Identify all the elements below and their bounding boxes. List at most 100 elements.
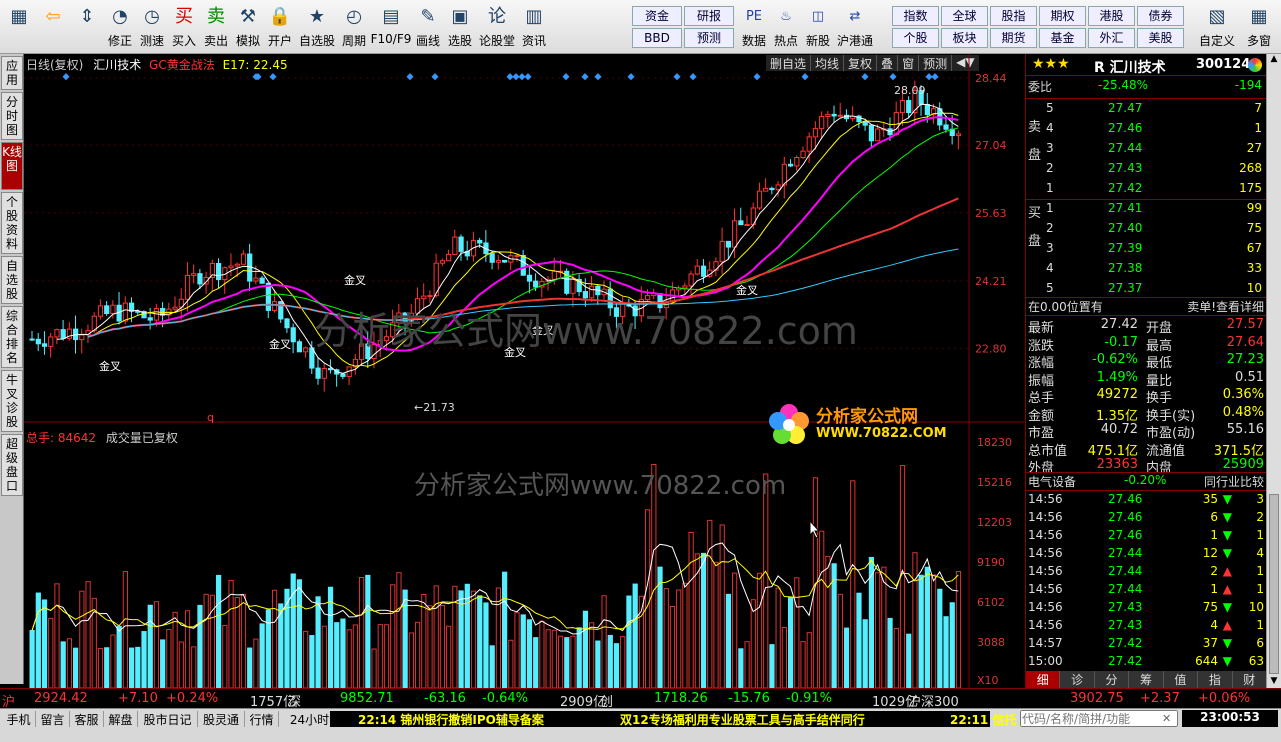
sector-row[interactable]: 电气设备 -0.20% 同行业比较 <box>1028 473 1264 490</box>
toolbar-股指-button[interactable]: 股指 <box>990 6 1037 26</box>
status-tab[interactable]: 股市日记 <box>138 711 198 727</box>
toolbar-BBD-button[interactable]: BBD <box>632 28 682 48</box>
search-input[interactable] <box>1020 710 1178 727</box>
买入-button[interactable]: 买买入 <box>168 2 200 52</box>
color-wheel-icon[interactable] <box>1248 58 1262 72</box>
side-tab[interactable]: 超级盘口 <box>1 434 23 496</box>
order-book-row[interactable]: 4 27.38 33 <box>1046 261 1264 278</box>
right-tab[interactable]: 细 <box>1026 671 1061 688</box>
scroll-up-icon[interactable]: ▲ <box>1268 54 1280 66</box>
toolbar-指数-button[interactable]: 指数 <box>892 6 939 26</box>
自定义-button[interactable]: ▧ 自定义 <box>1196 2 1238 52</box>
status-tab[interactable]: 行情 <box>245 711 279 727</box>
position-line[interactable]: 在0.00位置有 卖单!查看详细 <box>1028 298 1264 315</box>
volume-bar <box>707 519 713 688</box>
F10/F9-button[interactable]: ▤ F10/F9 <box>370 2 412 52</box>
order-book-row[interactable]: 5 27.37 10 <box>1046 281 1264 298</box>
卖出-button[interactable]: 卖卖出 <box>200 2 232 52</box>
back-arrow-icon-button[interactable]: ⇦ <box>36 2 70 52</box>
grid-icon: ▦ <box>10 6 28 27</box>
right-scrollbar[interactable]: ▲ ▼ <box>1266 54 1281 688</box>
status-tab[interactable]: 留言 <box>36 711 70 727</box>
测速-button[interactable]: ◷ 测速 <box>136 2 168 52</box>
修正-button[interactable]: ◔ 修正 <box>104 2 136 52</box>
toolbar-期货-button[interactable]: 期货 <box>990 28 1037 48</box>
order-book-row[interactable]: 3 27.39 67 <box>1046 241 1264 258</box>
candle-body <box>694 265 700 275</box>
新股-button[interactable]: ◫ 新股 <box>802 2 834 52</box>
right-tab[interactable]: 值 <box>1163 671 1199 688</box>
资讯-button[interactable]: ▥ 资讯 <box>518 2 550 52</box>
news-item[interactable]: 22:14 锦州银行撤销IPO辅导备案 <box>358 711 544 728</box>
grid-icon-button[interactable]: ▦ <box>2 2 36 52</box>
candle-body <box>452 236 458 255</box>
volume-bar <box>508 639 514 688</box>
flower-logo-icon <box>769 404 809 444</box>
toolbar-预测-button[interactable]: 预测 <box>684 28 734 48</box>
toolbar-债券-button[interactable]: 债券 <box>1137 6 1184 26</box>
side-tab[interactable]: 自选股 <box>1 256 23 304</box>
status-tab[interactable]: 解盘 <box>104 711 138 727</box>
quote-row: 振幅 1.49% 量比 0.51 <box>1028 370 1264 389</box>
right-tab[interactable]: 筹 <box>1129 671 1164 688</box>
tick-price: 27.43 <box>1108 618 1143 632</box>
周期-button[interactable]: ◴ 周期 <box>338 2 370 52</box>
沪港通-button[interactable]: ⇄ 沪港通 <box>834 2 876 52</box>
scroll-down-icon[interactable]: ▼ <box>1268 676 1280 688</box>
status-tab[interactable]: 股灵通 <box>198 711 245 727</box>
多窗-button[interactable]: ▦ 多窗 <box>1238 2 1280 52</box>
right-tab[interactable]: 诊 <box>1060 671 1095 688</box>
模拟-button[interactable]: ⚒ 模拟 <box>232 2 264 52</box>
画线-button[interactable]: ✎ 画线 <box>412 2 444 52</box>
order-book-row[interactable]: 2 27.43 268 <box>1046 161 1264 178</box>
news-item[interactable]: 双12专场福利用专业股票工具与高手结伴同行 <box>620 711 865 728</box>
自选股-button[interactable]: ★ 自选股 <box>296 2 338 52</box>
kline-chart-area[interactable]: 日线(复权) 汇川技术 GC黄金战法 E17: 22.45 删自选 均线 复权叠窗预… <box>24 54 1024 688</box>
side-tab[interactable]: 应用 <box>1 56 23 90</box>
toolbar-个股-button[interactable]: 个股 <box>892 28 939 48</box>
热点-button[interactable]: ♨ 热点 <box>770 2 802 52</box>
order-book-row[interactable]: 1 27.41 99 <box>1046 201 1264 218</box>
论股堂-button[interactable]: 论论股堂 <box>476 2 518 52</box>
compare-link[interactable]: 同行业比较 <box>1204 473 1264 490</box>
volume-bar <box>906 633 912 688</box>
side-tab[interactable]: K线图 <box>1 142 23 190</box>
right-tab[interactable]: 财 <box>1232 671 1267 688</box>
right-tab[interactable]: 分 <box>1094 671 1130 688</box>
side-tab[interactable]: 牛叉诊股 <box>1 370 23 432</box>
volume-bar <box>775 587 781 688</box>
order-book-row[interactable]: 2 27.40 75 <box>1046 221 1264 238</box>
order-book-row[interactable]: 5 27.47 7 <box>1046 101 1264 118</box>
detail-link[interactable]: 卖单!查看详细 <box>1187 298 1264 315</box>
toolbar-外汇-button[interactable]: 外汇 <box>1088 28 1135 48</box>
toolbar-全球-button[interactable]: 全球 <box>941 6 988 26</box>
toolbar-研报-button[interactable]: 研报 <box>684 6 734 26</box>
back-arrow-icon: ⇦ <box>45 6 61 27</box>
数据-button[interactable]: PE 数据 <box>738 2 770 52</box>
side-tab[interactable]: 个股资料 <box>1 192 23 254</box>
选股-button[interactable]: ▣ 选股 <box>444 2 476 52</box>
toolbar-期权-button[interactable]: 期权 <box>1039 6 1086 26</box>
right-tab[interactable]: 指 <box>1198 671 1233 688</box>
开户-button[interactable]: 🔒 开户 <box>264 2 296 52</box>
order-book-row[interactable]: 4 27.46 1 <box>1046 121 1264 138</box>
status-tab[interactable]: 客服 <box>70 711 104 727</box>
toolbar-板块-button[interactable]: 板块 <box>941 28 988 48</box>
up-down-icon-button[interactable]: ⇕ <box>70 2 104 52</box>
toolbar-资金-button[interactable]: 资金 <box>632 6 682 26</box>
quote-row: 涨幅 -0.62% 最低 27.23 <box>1028 352 1264 371</box>
order-book-row[interactable]: 3 27.44 27 <box>1046 141 1264 158</box>
volume-bar <box>427 605 433 688</box>
side-tab[interactable]: 分时图 <box>1 92 23 140</box>
tick-row: 14:56 27.44 1 ▲ 1 <box>1028 582 1264 599</box>
toolbar-美股-button[interactable]: 美股 <box>1137 28 1184 48</box>
scroll-thumb[interactable] <box>1269 494 1279 674</box>
order-book-row[interactable]: 1 27.42 175 <box>1046 181 1264 198</box>
toolbar-港股-button[interactable]: 港股 <box>1088 6 1135 26</box>
side-tab[interactable]: 综合排名 <box>1 306 23 368</box>
candle-body <box>458 236 464 252</box>
news-item[interactable]: 22:11 信托 <box>950 711 1016 728</box>
status-tab[interactable]: 手机 <box>2 711 36 727</box>
clear-icon[interactable]: ✕ <box>1162 712 1171 725</box>
toolbar-基金-button[interactable]: 基金 <box>1039 28 1086 48</box>
